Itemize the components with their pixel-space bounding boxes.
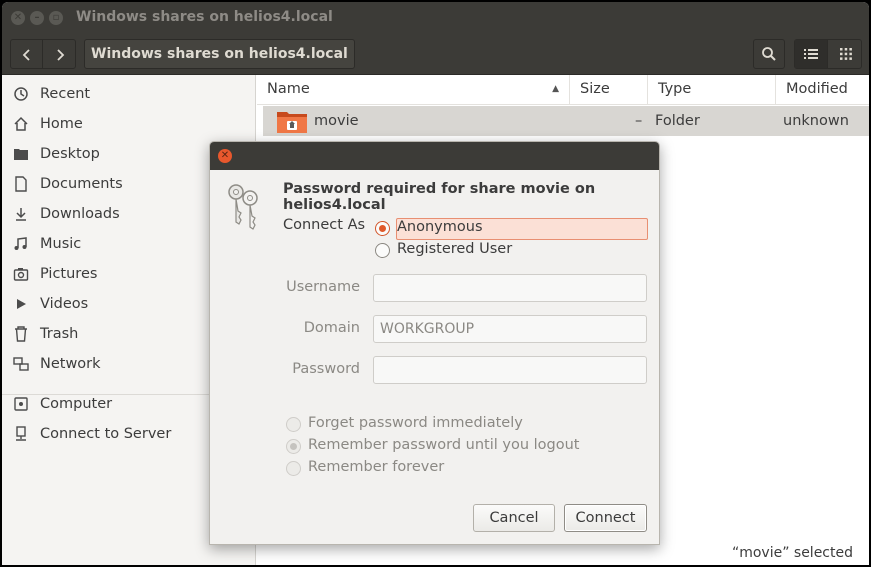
sidebar-item-home[interactable]: Home bbox=[2, 110, 256, 140]
domain-field[interactable]: WORKGROUP bbox=[373, 315, 647, 343]
dialog-close-icon[interactable]: ✕ bbox=[218, 149, 232, 163]
registered-user-label[interactable]: Registered User bbox=[397, 241, 512, 257]
window-maximize-icon[interactable]: ▫ bbox=[49, 11, 63, 25]
cancel-button[interactable]: Cancel bbox=[473, 504, 555, 532]
file-type: Folder bbox=[655, 113, 700, 129]
path-bar-button[interactable]: Windows shares on helios4.local bbox=[84, 39, 355, 69]
folder-share-icon bbox=[277, 112, 307, 133]
column-header-name[interactable]: Name ▲ bbox=[257, 75, 570, 105]
computer-icon bbox=[12, 396, 30, 414]
list-view-button[interactable] bbox=[795, 40, 828, 68]
window-close-icon[interactable]: ✕ bbox=[11, 11, 25, 25]
username-label: Username bbox=[286, 279, 360, 295]
sidebar-item-label: Music bbox=[40, 236, 82, 252]
window-minimize-icon[interactable]: – bbox=[30, 11, 44, 25]
column-header-size[interactable]: Size bbox=[570, 75, 648, 105]
remember-forever-label: Remember forever bbox=[308, 459, 445, 475]
trash-icon bbox=[12, 326, 30, 344]
remember-until-logout-radio[interactable] bbox=[286, 439, 301, 454]
chevron-right-icon bbox=[57, 48, 65, 61]
connect-as-label: Connect As bbox=[283, 217, 366, 233]
sidebar-item-label: Desktop bbox=[40, 146, 100, 162]
sidebar-item-label: Documents bbox=[40, 176, 123, 192]
forget-password-label: Forget password immediately bbox=[308, 415, 523, 431]
sort-ascending-icon: ▲ bbox=[552, 84, 559, 94]
forget-password-radio[interactable] bbox=[286, 417, 301, 432]
table-row[interactable]: movie – Folder unknown bbox=[263, 106, 869, 136]
video-icon bbox=[12, 296, 30, 314]
search-button[interactable] bbox=[753, 39, 785, 69]
remember-until-logout-label: Remember password until you logout bbox=[308, 437, 580, 453]
connect-button[interactable]: Connect bbox=[564, 504, 647, 532]
sidebar-item-label: Downloads bbox=[40, 206, 120, 222]
download-icon bbox=[12, 206, 30, 224]
back-button[interactable] bbox=[11, 40, 43, 68]
keys-icon bbox=[228, 184, 258, 230]
view-toggle-group bbox=[794, 39, 862, 69]
sidebar-item-label: Pictures bbox=[40, 266, 98, 282]
document-icon bbox=[12, 176, 30, 194]
home-icon bbox=[12, 116, 30, 134]
dialog-title-bar: ✕ bbox=[210, 142, 659, 170]
file-size: – bbox=[635, 113, 643, 129]
password-field[interactable] bbox=[373, 356, 647, 384]
folder-icon bbox=[12, 146, 30, 164]
window-title: Windows shares on helios4.local bbox=[76, 9, 333, 25]
grid-view-icon bbox=[839, 48, 852, 60]
chevron-left-icon bbox=[22, 48, 30, 61]
password-dialog: ✕ Password required for share movie on h… bbox=[209, 141, 660, 545]
clock-icon bbox=[12, 86, 30, 104]
sidebar-item-label: Recent bbox=[40, 86, 91, 102]
username-field[interactable] bbox=[373, 274, 647, 302]
remember-forever-radio[interactable] bbox=[286, 461, 301, 476]
column-header-type[interactable]: Type bbox=[648, 75, 776, 105]
password-label: Password bbox=[292, 361, 360, 377]
sidebar-item-label: Videos bbox=[40, 296, 89, 312]
file-modified: unknown bbox=[783, 113, 849, 129]
selection-status: “movie” selected bbox=[731, 545, 853, 561]
nav-button-group bbox=[10, 39, 76, 69]
sidebar-item-label: Trash bbox=[40, 326, 79, 342]
title-bar: ✕ – ▫ Windows shares on helios4.local bbox=[2, 2, 869, 34]
sidebar-item-label: Computer bbox=[40, 396, 113, 412]
network-icon bbox=[12, 356, 30, 374]
dialog-heading: Password required for share movie on hel… bbox=[283, 181, 596, 213]
list-view-icon bbox=[804, 49, 818, 59]
anonymous-radio[interactable] bbox=[375, 221, 390, 236]
anonymous-label[interactable]: Anonymous bbox=[397, 219, 483, 235]
music-icon bbox=[12, 236, 30, 254]
server-icon bbox=[12, 426, 30, 444]
file-name: movie bbox=[314, 113, 359, 129]
sidebar-item-label: Network bbox=[40, 356, 101, 372]
domain-label: Domain bbox=[303, 320, 360, 336]
camera-icon bbox=[12, 266, 30, 284]
registered-user-radio[interactable] bbox=[375, 243, 390, 258]
grid-view-button[interactable] bbox=[829, 40, 862, 68]
sidebar-item-label: Connect to Server bbox=[40, 426, 172, 442]
sidebar-item-recent[interactable]: Recent bbox=[2, 80, 256, 110]
search-icon bbox=[762, 47, 776, 61]
header-toolbar: Windows shares on helios4.local bbox=[2, 34, 869, 75]
sidebar-item-label: Home bbox=[40, 116, 83, 132]
column-header-modified[interactable]: Modified bbox=[776, 75, 869, 105]
forward-button[interactable] bbox=[44, 40, 76, 68]
